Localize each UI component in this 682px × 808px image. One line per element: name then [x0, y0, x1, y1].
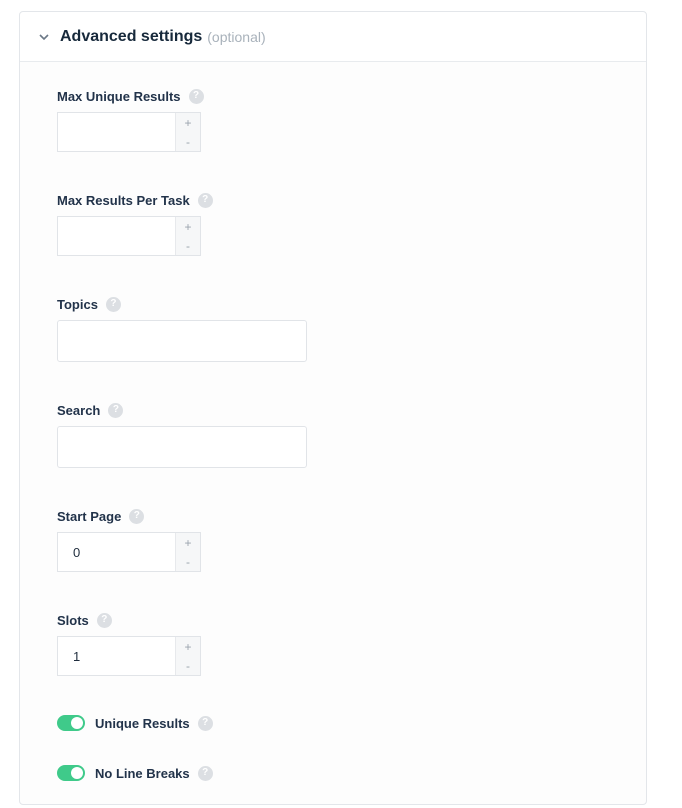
topics-input-box — [57, 320, 307, 362]
start-page-label: Start Page — [57, 508, 122, 524]
search-input-box — [57, 426, 307, 468]
help-icon[interactable]: ? — [197, 715, 213, 731]
slots-field: Slots ? + - — [57, 610, 201, 676]
search-input[interactable] — [58, 427, 306, 467]
help-icon[interactable]: ? — [197, 765, 213, 781]
no-line-breaks-row: No Line Breaks ? — [57, 763, 213, 783]
unique-results-row: Unique Results ? — [57, 713, 213, 733]
help-icon[interactable]: ? — [96, 612, 112, 628]
increment-button[interactable]: + — [176, 113, 200, 132]
slots-label: Slots — [57, 612, 89, 628]
increment-button[interactable]: + — [176, 217, 200, 236]
max-unique-results-label: Max Unique Results — [57, 88, 181, 104]
advanced-settings-panel: Advanced settings (optional) Max Unique … — [19, 11, 647, 805]
unique-results-toggle[interactable] — [57, 715, 85, 731]
max-results-per-task-field: Max Results Per Task ? + - — [57, 190, 213, 256]
increment-button[interactable]: + — [176, 637, 200, 656]
max-results-per-task-stepper: + - — [57, 216, 201, 256]
help-icon[interactable]: ? — [105, 296, 121, 312]
search-field: Search ? — [57, 400, 307, 468]
max-results-per-task-label: Max Results Per Task — [57, 192, 190, 208]
slots-stepper: + - — [57, 636, 201, 676]
help-icon[interactable]: ? — [188, 88, 204, 104]
help-icon[interactable]: ? — [108, 402, 124, 418]
decrement-button[interactable]: - — [176, 656, 200, 675]
max-results-per-task-input[interactable] — [58, 217, 175, 255]
increment-button[interactable]: + — [176, 533, 200, 552]
toggle-knob — [71, 717, 83, 729]
search-label: Search — [57, 402, 101, 418]
max-unique-results-field: Max Unique Results ? + - — [57, 86, 204, 152]
slots-input[interactable] — [58, 637, 175, 675]
chevron-down-icon — [39, 33, 49, 40]
advanced-settings-header[interactable]: Advanced settings (optional) — [20, 12, 646, 62]
start-page-stepper: + - — [57, 532, 201, 572]
start-page-field: Start Page ? + - — [57, 506, 201, 572]
help-icon[interactable]: ? — [197, 192, 213, 208]
start-page-input[interactable] — [58, 533, 175, 571]
unique-results-label: Unique Results — [95, 715, 190, 731]
decrement-button[interactable]: - — [176, 552, 200, 571]
topics-field: Topics ? — [57, 294, 307, 362]
no-line-breaks-label: No Line Breaks — [95, 765, 190, 781]
optional-hint: (optional) — [207, 28, 266, 45]
help-icon[interactable]: ? — [129, 508, 145, 524]
decrement-button[interactable]: - — [176, 132, 200, 151]
section-title: Advanced settings — [60, 27, 203, 45]
no-line-breaks-toggle[interactable] — [57, 765, 85, 781]
decrement-button[interactable]: - — [176, 236, 200, 255]
max-unique-results-stepper: + - — [57, 112, 201, 152]
toggle-knob — [71, 767, 83, 779]
topics-input[interactable] — [58, 321, 306, 361]
max-unique-results-input[interactable] — [58, 113, 175, 151]
topics-label: Topics — [57, 296, 98, 312]
